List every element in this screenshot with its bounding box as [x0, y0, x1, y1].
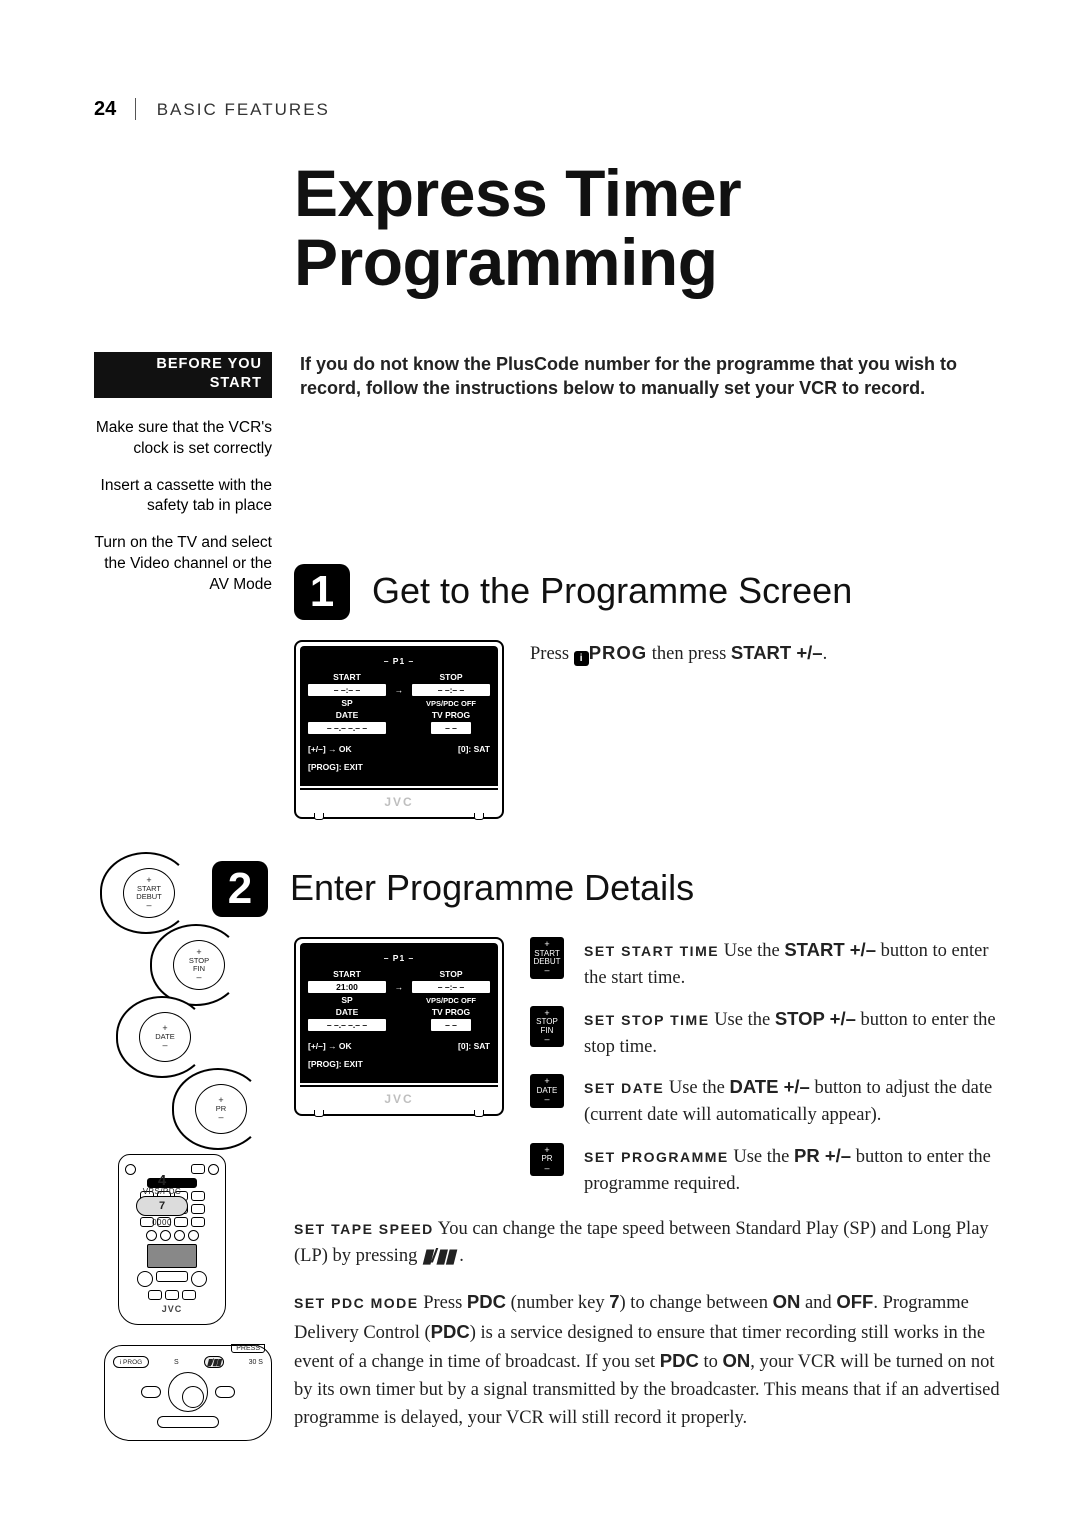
pr-key-icon: + PR –: [530, 1143, 564, 1176]
section-name: BASIC FEATURES: [157, 100, 330, 119]
page-title: Express Timer Programming: [294, 159, 1000, 298]
tape-speed-flip-icon: ▮/▮▮: [204, 1356, 224, 1368]
start-key-icon: + START DEBUT –: [530, 937, 564, 979]
knob-pr: + PR –: [74, 1068, 264, 1150]
number-7-key-icon: 7: [136, 1196, 188, 1216]
header-divider: [135, 98, 136, 120]
prereq-2: Insert a cassette with the safety tab in…: [94, 476, 272, 518]
knob-start: + START DEBUT –: [74, 852, 264, 934]
before-you-start-column: BEFORE YOU START Make sure that the VCR'…: [94, 352, 272, 613]
jvc-brand: JVC: [300, 788, 498, 813]
tape-speed-icon: ▮/▮▮: [422, 1243, 455, 1272]
arrow-right-icon: →: [390, 982, 408, 992]
prereq-1: Make sure that the VCR's clock is set co…: [94, 418, 272, 460]
detail-stop-time: + STOP FIN – SET STOP TIME Use the STOP …: [530, 1006, 1000, 1075]
arrow-right-icon: →: [390, 685, 408, 695]
before-badge: BEFORE YOU START: [94, 352, 272, 398]
prereq-3: Turn on the TV and select the Video chan…: [94, 533, 272, 596]
vcr-screen-1: – P1 – START STOP – –:– – → – –:– – SP V…: [294, 640, 504, 819]
jvc-brand: JVC: [300, 1085, 498, 1110]
tape-speed-text: SET TAPE SPEED You can change the tape s…: [294, 1216, 1000, 1272]
detail-date: + DATE – SET DATE Use the DATE +/– butto…: [530, 1074, 1000, 1143]
detail-programme: + PR – SET PROGRAMME Use the PR +/– butt…: [530, 1143, 1000, 1212]
intro-text: If you do not know the PlusCode number f…: [300, 352, 1000, 401]
pdc-mode-text: SET PDC MODE Press PDC (number key 7) to…: [294, 1288, 1000, 1433]
remote-diagram: + START DEBUT – + STOP FIN – + DATE – +: [74, 852, 264, 1441]
vcr-screen-2: – P1 – START STOP 21:00 → – –:– – SP VPS…: [294, 937, 504, 1116]
page-number: 24: [94, 98, 116, 120]
prog-flip-button: i PROG: [113, 1356, 149, 1368]
step-2-title: Enter Programme Details: [290, 867, 694, 909]
remote-flip-panel: PRESS i PROG S ▮/▮▮ 30 S: [104, 1345, 272, 1441]
date-key-icon: + DATE –: [530, 1074, 564, 1107]
prog-key-icon: i: [574, 651, 589, 666]
page-header: 24 BASIC FEATURES: [94, 98, 1000, 121]
knob-stop: + STOP FIN –: [74, 924, 264, 1006]
vps-pdc-cluster: 4 VPS/PDC 7 0000: [113, 1172, 211, 1227]
step-1-title: Get to the Programme Screen: [372, 570, 852, 612]
step-1-body: Press iPROG then press START +/–.: [530, 640, 1000, 668]
knob-date: + DATE –: [74, 996, 264, 1078]
step-1-badge: 1: [294, 564, 350, 620]
stop-key-icon: + STOP FIN –: [530, 1006, 564, 1048]
detail-start-time: + START DEBUT – SET START TIME Use the S…: [530, 937, 1000, 1006]
